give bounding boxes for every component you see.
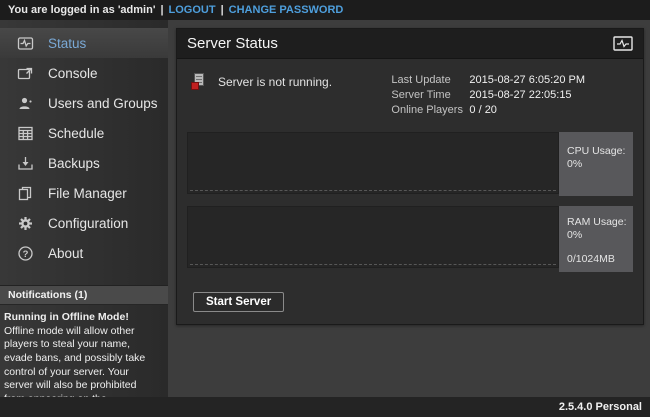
sidebar-item-about[interactable]: ? About	[0, 238, 168, 268]
sidebar-item-status[interactable]: Status	[0, 28, 168, 58]
change-password-link[interactable]: CHANGE PASSWORD	[229, 4, 344, 16]
sidebar-item-console[interactable]: Console	[0, 58, 168, 88]
schedule-icon	[17, 125, 34, 142]
sidebar-item-label: Backups	[48, 156, 100, 171]
sidebar-item-configuration[interactable]: Configuration	[0, 208, 168, 238]
users-icon	[17, 95, 34, 112]
separator: |	[221, 4, 224, 16]
start-server-button[interactable]: Start Server	[193, 292, 284, 312]
main-area: Server Status Server is not ru	[168, 20, 650, 397]
server-status-panel: Server Status Server is not ru	[176, 28, 644, 325]
console-icon	[17, 65, 34, 82]
server-info-table: Last Update 2015-08-27 6:05:20 PM Server…	[391, 73, 585, 118]
ram-usage-label: RAM Usage:	[567, 216, 627, 229]
version-text: 2.5.4.0 Personal	[559, 401, 642, 413]
notification-item: Running in Offline Mode! Offline mode wi…	[0, 305, 168, 397]
info-value: 0 / 20	[469, 103, 497, 118]
info-row-last-update: Last Update 2015-08-27 6:05:20 PM	[391, 73, 585, 88]
notification-title: Running in Offline Mode!	[4, 311, 160, 325]
content-row: Status Console Users and	[0, 20, 650, 397]
info-value: 2015-08-27 6:05:20 PM	[469, 73, 585, 88]
sidebar-item-schedule[interactable]: Schedule	[0, 118, 168, 148]
configuration-icon	[17, 215, 34, 232]
sidebar-item-label: Users and Groups	[48, 96, 158, 111]
cpu-usage-value: 0%	[567, 158, 627, 171]
server-state-text: Server is not running.	[218, 75, 332, 89]
status-icon	[17, 35, 34, 52]
notification-text: Offline mode will allow other players to…	[4, 325, 160, 397]
sidebar-item-label: Console	[48, 66, 98, 81]
notifications-header: Notifications (1)	[0, 285, 168, 305]
footer-bar: 2.5.4.0 Personal	[0, 397, 650, 417]
cpu-gauge-row: CPU Usage: 0%	[187, 132, 633, 196]
info-label: Last Update	[391, 73, 469, 88]
server-stopped-icon	[191, 73, 208, 90]
cpu-usage-chart	[187, 132, 559, 194]
ram-usage-detail: 0/1024MB	[567, 253, 627, 266]
file-manager-icon	[17, 185, 34, 202]
sidebar-item-label: Configuration	[48, 216, 128, 231]
sidebar-item-label: Schedule	[48, 126, 104, 141]
page-title: Server Status	[187, 35, 613, 52]
sidebar: Status Console Users and	[0, 20, 168, 397]
panel-body: Server is not running. Last Update 2015-…	[177, 59, 643, 324]
ram-usage-chart	[187, 206, 559, 268]
sidebar-item-label: About	[48, 246, 83, 261]
server-state-message: Server is not running.	[187, 73, 332, 90]
cpu-usage-label: CPU Usage:	[567, 145, 627, 158]
sidebar-item-backups[interactable]: Backups	[0, 148, 168, 178]
panel-header: Server Status	[177, 29, 643, 59]
sidebar-item-file-manager[interactable]: File Manager	[0, 178, 168, 208]
info-label: Server Time	[391, 88, 469, 103]
info-row-server-time: Server Time 2015-08-27 22:05:15	[391, 88, 585, 103]
ram-usage-value: 0%	[567, 229, 627, 242]
info-row-online-players: Online Players 0 / 20	[391, 103, 585, 118]
backups-icon	[17, 155, 34, 172]
topbar: You are logged in as 'admin' | LOGOUT | …	[0, 0, 650, 20]
cpu-usage-info: CPU Usage: 0%	[559, 132, 633, 196]
performance-chart-icon[interactable]	[613, 36, 633, 51]
sidebar-item-label: Status	[48, 36, 86, 51]
separator: |	[160, 4, 163, 16]
logout-link[interactable]: LOGOUT	[169, 4, 216, 16]
status-row: Server is not running. Last Update 2015-…	[187, 73, 633, 118]
ram-usage-info: RAM Usage: 0% 0/1024MB	[559, 206, 633, 272]
sidebar-item-users-and-groups[interactable]: Users and Groups	[0, 88, 168, 118]
info-value: 2015-08-27 22:05:15	[469, 88, 571, 103]
svg-text:?: ?	[23, 249, 29, 260]
about-icon: ?	[17, 245, 34, 262]
info-label: Online Players	[391, 103, 469, 118]
logged-in-text: You are logged in as 'admin'	[8, 4, 155, 16]
ram-gauge-row: RAM Usage: 0% 0/1024MB	[187, 206, 633, 272]
sidebar-item-label: File Manager	[48, 186, 127, 201]
